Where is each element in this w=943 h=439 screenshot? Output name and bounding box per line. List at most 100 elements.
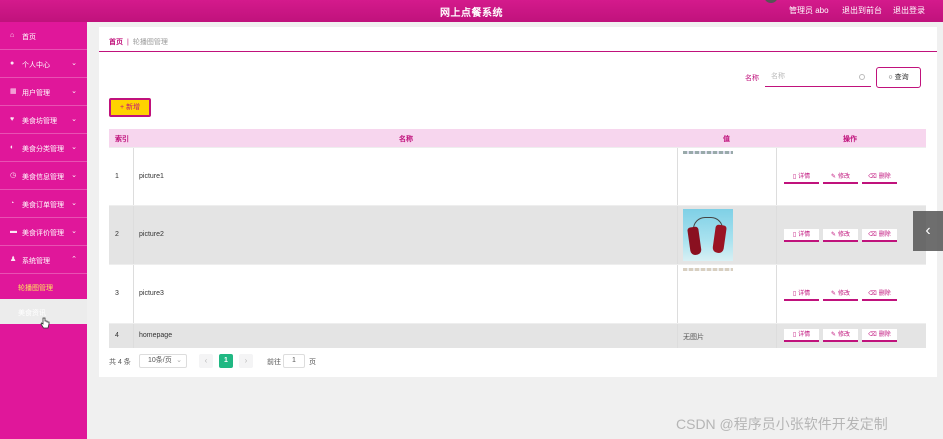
row-index: 2	[115, 231, 119, 238]
carousel-image-thumbnail	[683, 268, 733, 271]
chevron-left-icon: ‹	[204, 356, 208, 365]
sidebar-item-label: 美食信息管理	[22, 174, 64, 181]
goto-page-input[interactable]: 1	[283, 354, 305, 368]
edit-button-label: 修改	[838, 291, 851, 297]
detail-button[interactable]: ▯ 详情	[784, 288, 819, 301]
detail-button[interactable]: ▯ 详情	[784, 171, 819, 184]
goto-label: 前往	[267, 359, 281, 366]
page-size-select[interactable]: 10条/页 ⌄	[139, 354, 187, 368]
search-icon	[859, 74, 865, 80]
table-header: 索引 名称 值 操作	[109, 129, 926, 147]
sidebar-item-user-management[interactable]: ▦ 用户管理 ⌄	[0, 78, 87, 106]
edit-button[interactable]: ✎ 修改	[823, 329, 858, 342]
chevron-down-icon: ⌄	[71, 144, 77, 151]
table-row: 3 picture3 ▯ 详情 ✎ 修改 ⌫ 删除	[109, 264, 926, 323]
document-icon: ▯	[792, 232, 797, 238]
plus-icon: +	[119, 104, 125, 111]
grid-icon: ▦	[10, 88, 17, 95]
sidebar-item-label: 美食分类管理	[22, 146, 64, 153]
watermark: CSDN @程序员小张软件开发定制	[676, 416, 888, 432]
sidebar-item-label: 首页	[22, 34, 36, 41]
detail-button[interactable]: ▯ 详情	[784, 329, 819, 342]
delete-button-label: 删除	[878, 174, 891, 180]
breadcrumb-home[interactable]: 首页	[109, 39, 123, 46]
breadcrumb-separator: |	[127, 39, 129, 46]
edit-button[interactable]: ✎ 修改	[823, 229, 858, 242]
hand-cursor-icon	[40, 317, 50, 329]
chevron-down-icon: ⌄	[71, 60, 77, 67]
no-image-text: 无图片	[683, 334, 704, 341]
chevron-down-icon: ⌄	[71, 88, 77, 95]
row-name: picture1	[139, 173, 164, 180]
logout-link[interactable]: 退出登录	[893, 5, 925, 16]
chevron-down-icon: ⌄	[71, 228, 77, 235]
collapse-arrow-button[interactable]: ‹	[913, 211, 943, 251]
edit-icon: ✎	[830, 332, 836, 338]
column-header-name: 名称	[399, 136, 413, 143]
search-label: 名称	[745, 75, 759, 82]
chevron-down-icon: ⌄	[176, 357, 182, 364]
chevron-down-icon: ⌄	[71, 172, 77, 179]
image-shoe-right	[712, 224, 727, 254]
prev-page-button[interactable]: ‹	[199, 354, 213, 368]
carousel-table: 索引 名称 值 操作 1 picture1 ▯ 详情 ✎ 修改 ⌫ 删除 2 pict…	[109, 129, 926, 348]
sidebar-item-personal-center[interactable]: ● 个人中心 ⌄	[0, 50, 87, 78]
table-row: 2 picture2 ▯ 详情 ✎ 修改 ⌫ 删除	[109, 205, 926, 264]
detail-button[interactable]: ▯ 详情	[784, 229, 819, 242]
edit-button[interactable]: ✎ 修改	[823, 288, 858, 301]
home-icon: ⌂	[10, 32, 15, 39]
delete-button[interactable]: ⌫ 删除	[862, 171, 897, 184]
detail-button-label: 详情	[798, 232, 811, 238]
trash-icon: ⌫	[868, 291, 877, 297]
chevron-right-icon: ›	[244, 356, 248, 365]
delete-button[interactable]: ⌫ 删除	[862, 229, 897, 242]
row-name: homepage	[139, 332, 173, 339]
next-page-button[interactable]: ›	[239, 354, 253, 368]
carousel-image-thumbnail	[683, 209, 733, 261]
column-divider	[677, 148, 678, 205]
sidebar-item-food-order[interactable]: ◔ 美食订单管理 ⌄	[0, 190, 87, 218]
edit-button-label: 修改	[838, 232, 851, 238]
edit-button[interactable]: ✎ 修改	[823, 171, 858, 184]
sidebar-subitem-carousel[interactable]: 轮播图管理	[0, 274, 87, 299]
sidebar-item-label: 美食坊管理	[22, 118, 57, 125]
header-divider	[99, 51, 937, 52]
delete-button[interactable]: ⌫ 删除	[862, 288, 897, 301]
add-button[interactable]: + 新增	[109, 98, 151, 117]
sidebar-item-home[interactable]: ⌂ 首页	[0, 22, 87, 50]
table-row: 4 homepage 无图片 ▯ 详情 ✎ 修改 ⌫ 删除	[109, 323, 926, 348]
row-index: 4	[115, 332, 119, 339]
sidebar-item-system-management[interactable]: ♟ 系统管理 ⌃	[0, 246, 87, 274]
detail-button-label: 详情	[798, 332, 811, 338]
carousel-image-thumbnail	[683, 151, 733, 154]
document-icon: ▯	[792, 291, 797, 297]
row-index: 1	[115, 173, 119, 180]
exit-to-front-link[interactable]: 退出到前台	[842, 5, 882, 16]
sidebar-item-food-category[interactable]: ◐ 美食分类管理 ⌄	[0, 134, 87, 162]
search-input[interactable]	[765, 67, 871, 87]
delete-button-label: 删除	[878, 291, 891, 297]
main-panel: 首页 |轮播图管理 名称 ○ 查询 + 新增 索引 名称 值 操作 1 pictu…	[99, 27, 937, 377]
sidebar-item-label: 个人中心	[22, 62, 50, 69]
sidebar-item-food-info[interactable]: ◷ 美食信息管理 ⌄	[0, 162, 87, 190]
column-header-actions: 操作	[843, 136, 857, 143]
delete-button[interactable]: ⌫ 删除	[862, 329, 897, 342]
sidebar-item-food-review[interactable]: ▬ 美食评价管理 ⌄	[0, 218, 87, 246]
row-index: 3	[115, 290, 119, 297]
edit-button-label: 修改	[838, 174, 851, 180]
column-header-value: 值	[723, 136, 730, 143]
page-number-current[interactable]: 1	[219, 354, 233, 368]
sidebar-item-food-shop[interactable]: ♥ 美食坊管理 ⌄	[0, 106, 87, 134]
user-icon: ●	[10, 60, 15, 67]
row-name: picture3	[139, 290, 164, 297]
query-button[interactable]: ○ 查询	[876, 67, 921, 88]
heart-icon: ♥	[10, 116, 15, 123]
detail-button-label: 详情	[798, 174, 811, 180]
column-divider	[776, 324, 777, 348]
trash-icon: ⌫	[868, 232, 877, 238]
breadcrumb: 首页 | 轮播图管理	[109, 37, 168, 47]
page-unit-label: 页	[309, 359, 316, 366]
sidebar-item-label: 美食评价管理	[22, 230, 64, 237]
avatar[interactable]	[764, 0, 778, 3]
column-divider	[677, 324, 678, 348]
